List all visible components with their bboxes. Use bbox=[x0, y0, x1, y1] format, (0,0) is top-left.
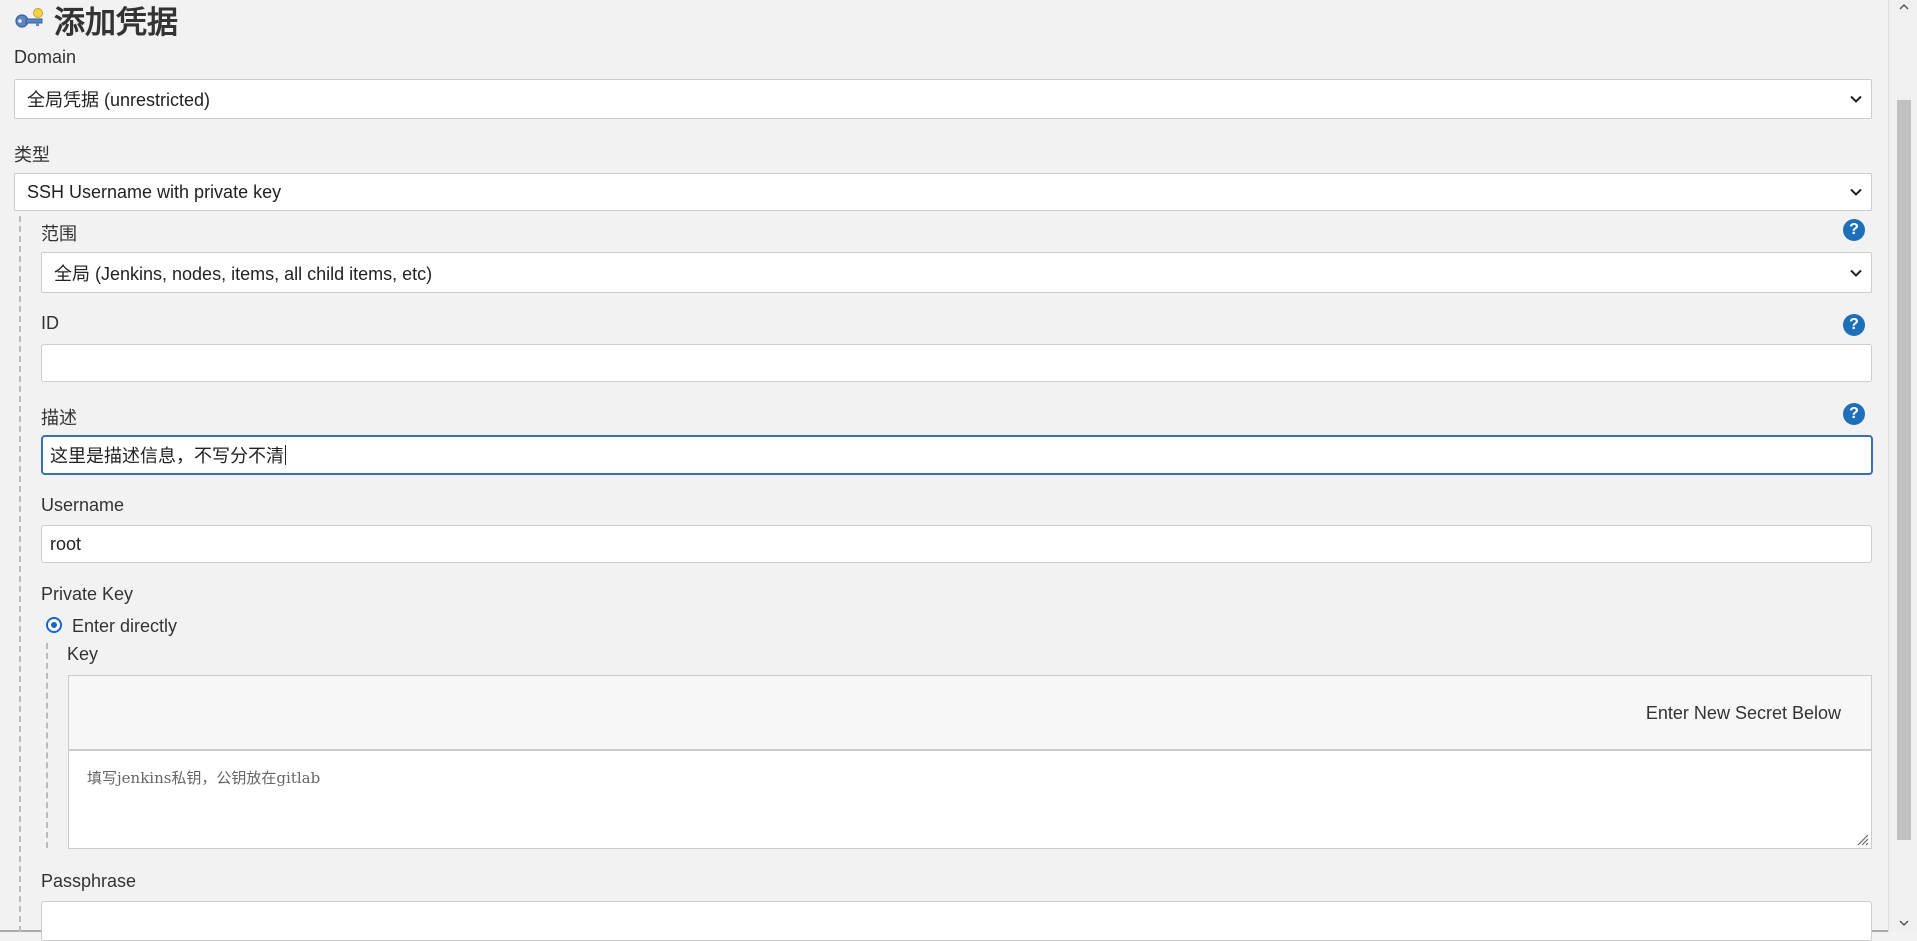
scope-select[interactable]: 全局 (Jenkins, nodes, items, all child ite… bbox=[41, 252, 1872, 293]
chevron-down-icon bbox=[1850, 269, 1862, 277]
private-key-placeholder: 填写jenkins私钥，公钥放在gitlab bbox=[87, 769, 321, 787]
domain-select-value: 全局凭据 (unrestricted) bbox=[27, 90, 211, 110]
page-title: 添加凭据 bbox=[14, 0, 178, 40]
id-help-icon[interactable]: ? bbox=[1843, 314, 1865, 336]
scroll-down-icon[interactable] bbox=[1898, 918, 1910, 928]
key-label: Key bbox=[67, 644, 99, 664]
page-title-text: 添加凭据 bbox=[54, 4, 178, 40]
type-label: 类型 bbox=[14, 145, 50, 165]
secret-header-text: Enter New Secret Below bbox=[1645, 703, 1841, 723]
enter-directly-label[interactable]: Enter directly bbox=[72, 616, 177, 637]
chevron-down-icon bbox=[1850, 188, 1862, 196]
id-label: ID bbox=[41, 313, 59, 333]
passphrase-input[interactable] bbox=[41, 901, 1872, 941]
description-input-value: 这里是描述信息，不写分不清 bbox=[50, 446, 284, 466]
scope-help-icon[interactable]: ? bbox=[1843, 219, 1865, 241]
id-input[interactable] bbox=[41, 344, 1872, 382]
username-input[interactable]: root bbox=[41, 525, 1872, 563]
scope-label: 范围 bbox=[41, 224, 77, 244]
type-select-value: SSH Username with private key bbox=[27, 181, 282, 202]
resize-handle-icon[interactable] bbox=[1855, 832, 1869, 846]
scroll-up-icon[interactable] bbox=[1898, 2, 1910, 12]
key-section-guide bbox=[46, 643, 48, 848]
scope-select-value: 全局 (Jenkins, nodes, items, all child ite… bbox=[54, 263, 433, 284]
text-caret bbox=[285, 445, 286, 465]
enter-directly-radio[interactable] bbox=[46, 617, 62, 633]
scrollbar-thumb[interactable] bbox=[1897, 100, 1911, 840]
description-label: 描述 bbox=[41, 408, 77, 428]
description-help-icon[interactable]: ? bbox=[1843, 403, 1865, 425]
domain-label: Domain bbox=[14, 47, 77, 67]
type-select[interactable]: SSH Username with private key bbox=[14, 173, 1872, 211]
vertical-scrollbar[interactable] bbox=[1888, 0, 1917, 932]
private-key-label: Private Key bbox=[41, 584, 134, 604]
private-key-textarea[interactable]: 填写jenkins私钥，公钥放在gitlab bbox=[68, 750, 1872, 849]
passphrase-label: Passphrase bbox=[41, 871, 137, 891]
key-icon bbox=[14, 1, 44, 37]
chevron-down-icon bbox=[1850, 95, 1862, 103]
credentials-form-page: 添加凭据 Domain 全局凭据 (unrestricted) 类型 SSH U… bbox=[0, 0, 1888, 941]
secret-header-box: Enter New Secret Below bbox=[68, 675, 1872, 750]
domain-select[interactable]: 全局凭据 (unrestricted) bbox=[14, 79, 1872, 119]
username-label: Username bbox=[41, 495, 125, 515]
username-input-value: root bbox=[50, 533, 82, 554]
nested-section-guide bbox=[19, 216, 21, 932]
description-input[interactable]: 这里是描述信息，不写分不清 bbox=[41, 435, 1873, 475]
